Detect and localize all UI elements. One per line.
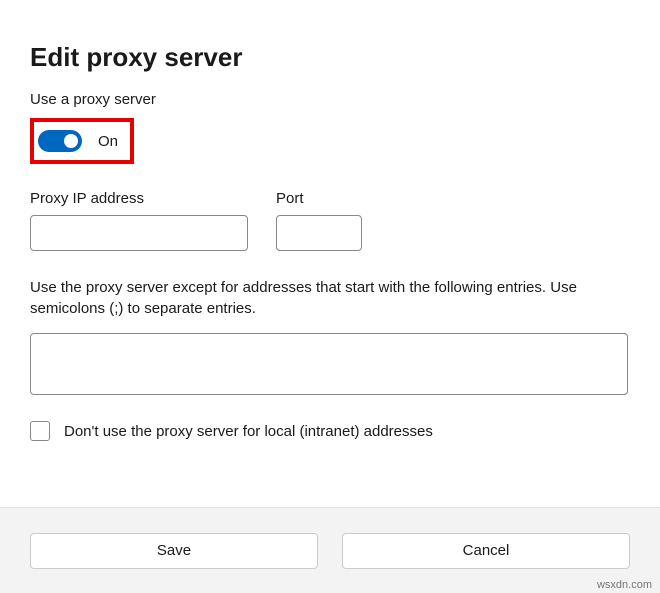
- highlight-annotation: On: [30, 118, 134, 164]
- toggle-section-label: Use a proxy server: [30, 91, 630, 108]
- proxy-ip-field: Proxy IP address: [30, 190, 248, 251]
- address-row: Proxy IP address Port: [30, 190, 630, 251]
- local-bypass-row: Don't use the proxy server for local (in…: [30, 421, 630, 441]
- proxy-toggle[interactable]: [38, 130, 82, 152]
- port-label: Port: [276, 190, 362, 207]
- cancel-button[interactable]: Cancel: [342, 533, 630, 569]
- port-input[interactable]: [276, 215, 362, 251]
- local-bypass-label: Don't use the proxy server for local (in…: [64, 423, 433, 440]
- toggle-state-label: On: [98, 133, 118, 150]
- port-field: Port: [276, 190, 362, 251]
- watermark-text: wsxdn.com: [597, 579, 652, 591]
- save-button[interactable]: Save: [30, 533, 318, 569]
- exceptions-input[interactable]: [30, 333, 628, 395]
- exceptions-description: Use the proxy server except for addresse…: [30, 277, 630, 319]
- dialog-title: Edit proxy server: [30, 42, 630, 73]
- dialog-footer: Save Cancel: [0, 507, 660, 593]
- proxy-ip-input[interactable]: [30, 215, 248, 251]
- local-bypass-checkbox[interactable]: [30, 421, 50, 441]
- dialog-body: Edit proxy server Use a proxy server On …: [0, 0, 660, 441]
- toggle-knob-icon: [64, 134, 78, 148]
- proxy-ip-label: Proxy IP address: [30, 190, 248, 207]
